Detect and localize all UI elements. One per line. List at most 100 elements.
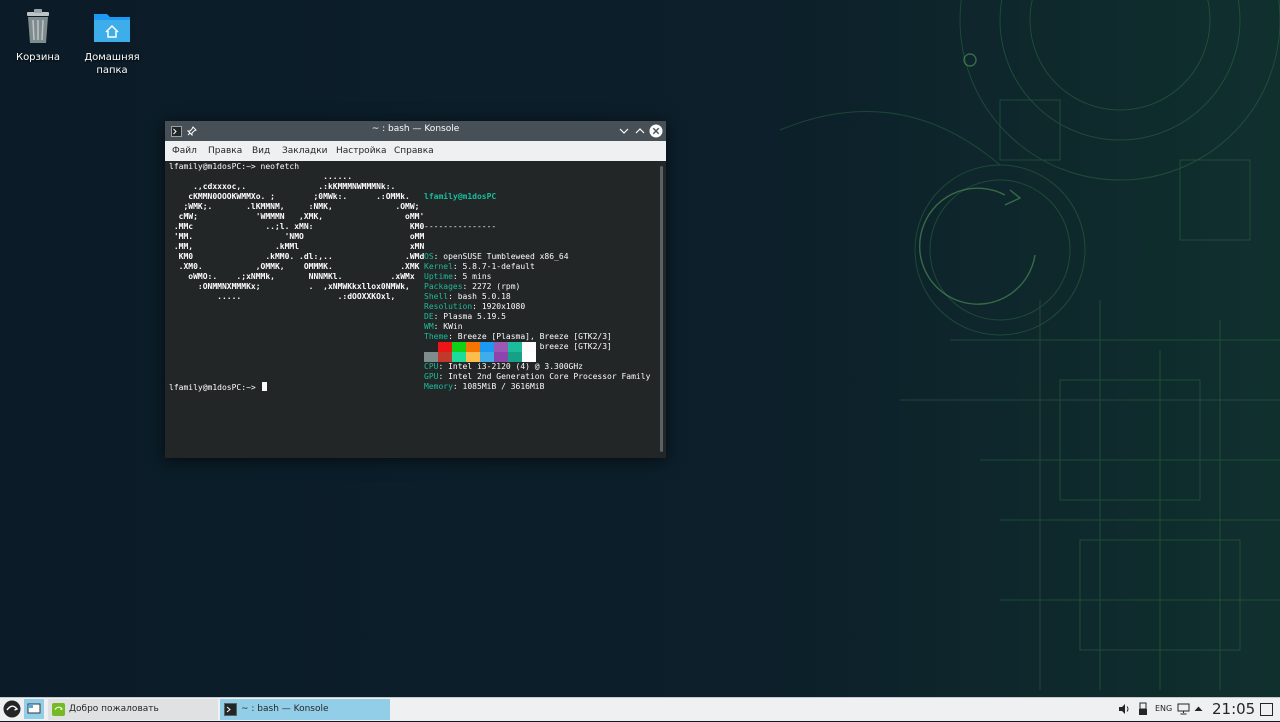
info-value: 2272 (rpm) bbox=[472, 282, 521, 291]
separator: --------------- bbox=[424, 222, 497, 231]
color-swatch bbox=[424, 352, 438, 362]
color-swatch bbox=[480, 352, 494, 362]
desktop-icon-trash[interactable]: Корзина bbox=[2, 6, 74, 64]
info-value: Breeze [Plasma], Breeze [GTK2/3] bbox=[457, 332, 612, 341]
logo-line: oWMO:. .;xNMMk, NNNMKl. .xWMx bbox=[169, 272, 415, 281]
color-swatch bbox=[508, 342, 522, 352]
info-colon: : bbox=[452, 382, 463, 391]
info-value: 5.8.7-1-default bbox=[462, 262, 535, 271]
minimize-button[interactable] bbox=[616, 123, 632, 139]
close-icon bbox=[649, 124, 663, 138]
info-key: Theme bbox=[424, 332, 449, 341]
text-cursor bbox=[261, 382, 267, 391]
menu-bookmarks[interactable]: Закладки bbox=[282, 146, 328, 156]
terminal-area[interactable]: lfamily@m1dosPC:~> neofetch ...... .,cdx… bbox=[165, 161, 666, 458]
menu-help[interactable]: Справка bbox=[394, 146, 434, 156]
color-swatch bbox=[438, 352, 452, 362]
color-swatch bbox=[480, 342, 494, 352]
clock[interactable]: 21:05 bbox=[1212, 700, 1255, 718]
desktop-icon bbox=[27, 703, 41, 714]
info-line: DE: Plasma 5.19.5 bbox=[424, 312, 650, 322]
maximize-button[interactable] bbox=[632, 123, 648, 139]
color-swatch bbox=[452, 352, 466, 362]
network-icon[interactable] bbox=[1177, 703, 1190, 715]
color-swatch bbox=[438, 342, 452, 352]
chevron-down-icon bbox=[619, 128, 629, 134]
menu-edit[interactable]: Правка bbox=[208, 146, 242, 156]
task-label: ~ : bash — Konsole bbox=[241, 704, 329, 714]
menu-bar: Файл Правка Вид Закладки Настройка Справ… bbox=[165, 141, 666, 162]
close-button[interactable] bbox=[648, 123, 664, 139]
info-value: openSUSE Tumbleweed x86_64 bbox=[443, 252, 569, 261]
menu-settings[interactable]: Настройка bbox=[336, 146, 387, 156]
volume-icon[interactable] bbox=[1118, 703, 1130, 715]
show-desktop-button[interactable] bbox=[24, 699, 44, 719]
color-palette bbox=[424, 342, 538, 362]
info-value: 1085MiB / 3616MiB bbox=[462, 382, 545, 391]
menu-file[interactable]: Файл bbox=[172, 146, 197, 156]
logo-line: .MM, .kMMl xMN bbox=[169, 242, 425, 251]
current-prompt: lfamily@m1dosPC:~> bbox=[169, 382, 267, 393]
color-swatch bbox=[522, 342, 536, 352]
desktop-icon-home-folder[interactable]: Домашняя папка bbox=[76, 6, 148, 77]
color-swatch bbox=[424, 342, 438, 352]
logo-line: .MMc ..;l. xMN: KM0 bbox=[169, 222, 425, 231]
color-swatch bbox=[494, 342, 508, 352]
info-key: Shell bbox=[424, 292, 449, 301]
logo-line: cMW; 'WMMMN ,XMK, oMM' bbox=[169, 212, 425, 221]
info-key: GPU bbox=[424, 372, 439, 381]
logo-line: .XM0. ,OMMK, OMMMK. .XMK bbox=[169, 262, 420, 271]
logo-line: ..... .:dOOXXKOxl, bbox=[169, 292, 396, 301]
opensuse-logo-icon bbox=[3, 700, 21, 718]
info-value: 1920x1080 bbox=[481, 302, 526, 311]
info-key: Memory bbox=[424, 382, 453, 391]
logo-line: KM0 .kMM0. .dl:,.. .WMd bbox=[169, 252, 425, 261]
neofetch-logo: ...... .,cdxxxoc,. .:kKMMMNWMMMNk:. cKMM… bbox=[169, 172, 424, 302]
info-key: Packages bbox=[424, 282, 463, 291]
logo-line: ...... bbox=[169, 172, 353, 181]
task-konsole[interactable]: ~ : bash — Konsole bbox=[220, 699, 390, 720]
konsole-window[interactable]: ~ : bash — Konsole Файл Правка Вид Закла… bbox=[165, 121, 666, 458]
scrollbar[interactable] bbox=[660, 166, 663, 452]
info-colon: : bbox=[462, 282, 473, 291]
info-colon: : bbox=[472, 302, 482, 311]
application-launcher[interactable] bbox=[3, 700, 21, 718]
info-line: Memory: 1085MiB / 3616MiB bbox=[424, 382, 650, 392]
task-welcome[interactable]: Добро пожаловать bbox=[48, 699, 218, 720]
info-value: KWin bbox=[443, 322, 463, 331]
prompt: lfamily@m1dosPC:~> bbox=[169, 162, 256, 171]
color-swatch bbox=[494, 352, 508, 362]
desktop-icon-label: Домашняя папка bbox=[84, 52, 140, 76]
keyboard-layout[interactable]: ENG bbox=[1155, 704, 1172, 713]
window-title: ~ : bash — Konsole bbox=[371, 124, 460, 134]
info-line: CPU: Intel i3-2120 (4) @ 3.300GHz bbox=[424, 362, 650, 372]
command-line: lfamily@m1dosPC:~> neofetch bbox=[169, 162, 299, 172]
command: neofetch bbox=[260, 162, 300, 171]
logo-line: :ONMMNXMMMKx; . ,xNMWKkxllox0NMWk, bbox=[169, 282, 410, 291]
color-swatch bbox=[466, 342, 480, 352]
logo-line: .,cdxxxoc,. .:kKMMMNWMMMNk:. bbox=[169, 182, 396, 191]
info-key: Kernel bbox=[424, 262, 453, 271]
desktop-icon-label: Корзина bbox=[15, 52, 61, 63]
color-swatch bbox=[452, 342, 466, 352]
logo-line: cKMMN0OOOKWMMXo. ; ;0MWk:. .:OMMk. bbox=[169, 192, 410, 201]
menu-view[interactable]: Вид bbox=[252, 146, 270, 156]
info-value: 5 mins bbox=[462, 272, 492, 281]
show-hidden-icons-button[interactable] bbox=[1194, 705, 1203, 712]
info-value: Intel 2nd Generation Core Processor Fami… bbox=[448, 372, 651, 381]
info-line: Shell: bash 5.0.18 bbox=[424, 292, 650, 302]
home-folder-icon bbox=[92, 6, 132, 46]
info-key: DE bbox=[424, 312, 434, 321]
logo-line: 'MM. 'NMO oMM bbox=[169, 232, 425, 241]
panel-settings-button[interactable] bbox=[1260, 703, 1273, 716]
color-swatch bbox=[508, 352, 522, 362]
info-colon: : bbox=[448, 292, 458, 301]
welcome-icon bbox=[52, 703, 65, 716]
window-titlebar[interactable]: ~ : bash — Konsole bbox=[165, 121, 666, 141]
info-value: bash 5.0.18 bbox=[457, 292, 511, 301]
usb-device-icon[interactable] bbox=[1138, 702, 1148, 716]
info-colon: : bbox=[433, 322, 444, 331]
info-line: WM: KWin bbox=[424, 322, 650, 332]
info-line: Theme: Breeze [Plasma], Breeze [GTK2/3] bbox=[424, 332, 650, 342]
taskbar: Добро пожаловать ~ : bash — Konsole ENG … bbox=[0, 697, 1280, 721]
